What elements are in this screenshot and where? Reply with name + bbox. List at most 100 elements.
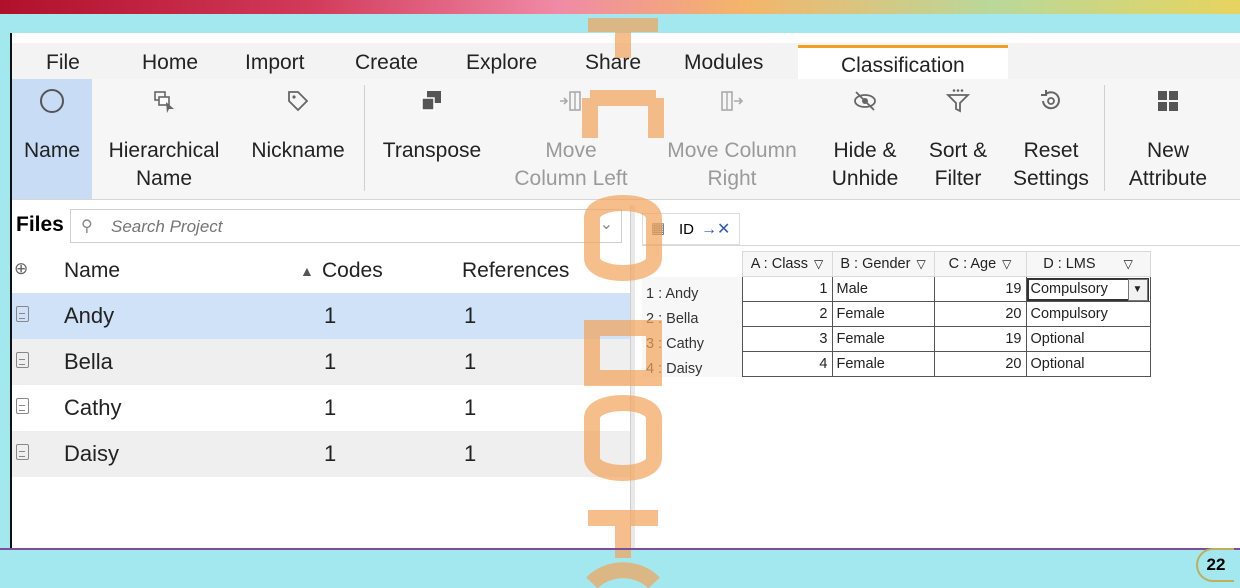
grid-column-header[interactable]: A : Class ▽ xyxy=(741,251,833,277)
grid-column-header[interactable]: B : Gender ▽ xyxy=(831,251,935,277)
sheet-tab-label: ID xyxy=(679,221,694,238)
app-window: File Home Import Create Explore Share Mo… xyxy=(10,33,1240,548)
funnel-icon xyxy=(945,89,971,113)
file-references: 1 xyxy=(464,395,477,420)
grid-cell-class[interactable]: 3 xyxy=(741,326,833,352)
ribbon-tab-bar: File Home Import Create Explore Share Mo… xyxy=(12,43,1240,79)
eye-slash-icon xyxy=(854,91,876,111)
grid-column-header[interactable]: C : Age ▽ xyxy=(933,251,1027,277)
pin-icon[interactable]: →✕ xyxy=(701,219,730,239)
grid-cell-gender[interactable]: Female xyxy=(831,351,935,377)
move-right-label-1: Move Column xyxy=(667,139,797,162)
column-header-name[interactable]: Name xyxy=(64,259,120,283)
transpose-icon xyxy=(421,91,441,111)
grid-row[interactable]: 4 : Daisy 4 Female 20 Optional xyxy=(642,351,1151,377)
grid-header-row: A : Class ▽ B : Gender ▽ C : Age ▽ D : LMS ▽ xyxy=(642,251,1151,277)
grid-column-header[interactable]: D : LMS ▽ xyxy=(1025,251,1151,277)
tab-home[interactable]: Home xyxy=(142,51,198,75)
grid-row[interactable]: 3 : Cathy 3 Female 19 Optional xyxy=(642,326,1151,352)
grid-cell-gender[interactable]: Female xyxy=(831,301,935,327)
file-codes: 1 xyxy=(324,441,337,466)
document-icon xyxy=(16,444,29,460)
name-button[interactable]: Name xyxy=(12,79,92,199)
search-box[interactable]: ⚲ ⌄ xyxy=(70,209,622,243)
nickname-button[interactable]: Nickname xyxy=(240,79,356,199)
column-header-codes[interactable]: Codes xyxy=(322,259,383,283)
filter-icon[interactable]: ▽ xyxy=(1002,257,1011,271)
hide-unhide-button[interactable]: Hide & Unhide xyxy=(820,79,910,199)
dropdown-arrow-icon[interactable]: ▼ xyxy=(1127,279,1148,301)
grid-row-header[interactable]: 1 : Andy xyxy=(642,276,742,302)
header-label: B : Gender xyxy=(840,256,911,272)
tab-import[interactable]: Import xyxy=(245,51,305,75)
grid-row-header[interactable]: 3 : Cathy xyxy=(642,326,742,352)
tab-explore[interactable]: Explore xyxy=(466,51,537,75)
file-row[interactable]: Andy 1 1 xyxy=(12,293,630,339)
file-codes: 1 xyxy=(324,303,337,328)
footer-line xyxy=(0,548,1240,550)
grid-cell-lms[interactable]: Optional xyxy=(1025,351,1151,377)
pane-splitter[interactable] xyxy=(630,205,635,548)
tab-modules[interactable]: Modules xyxy=(684,51,763,75)
grid-cell-lms-dropdown[interactable]: Compulsory ▼ xyxy=(1025,276,1151,302)
file-codes: 1 xyxy=(324,395,337,420)
tag-icon xyxy=(288,91,309,112)
grid-row-header[interactable]: 4 : Daisy xyxy=(642,351,742,377)
reset-icon xyxy=(1041,90,1060,110)
grid-cell-lms[interactable]: Compulsory xyxy=(1025,301,1151,327)
move-column-right-button[interactable]: Move Column Right xyxy=(652,79,812,199)
filter-icon[interactable]: ▽ xyxy=(814,257,823,271)
file-references: 1 xyxy=(464,303,477,328)
grid-cell-age[interactable]: 19 xyxy=(933,276,1027,302)
ribbon-toolbar: Name Hierarchical Name Nickname Transpose… xyxy=(12,79,1240,200)
grid-cell-class[interactable]: 2 xyxy=(741,301,833,327)
ribbon-separator xyxy=(364,85,365,191)
move-right-icon xyxy=(721,91,744,111)
grid-cell-gender[interactable]: Male xyxy=(831,276,935,302)
sort-filter-button[interactable]: Sort & Filter xyxy=(916,79,1000,199)
classification-sheet-tab[interactable]: ▦ ID →✕ xyxy=(642,213,740,245)
header-label: D : LMS xyxy=(1043,256,1096,272)
hide-label-2: Unhide xyxy=(831,167,899,190)
column-header-references[interactable]: References xyxy=(462,259,569,283)
file-references: 1 xyxy=(464,441,477,466)
grid-cell-class[interactable]: 1 xyxy=(741,276,833,302)
tab-file[interactable]: File xyxy=(46,51,80,75)
grid-row[interactable]: 1 : Andy 1 Male 19 Compulsory ▼ xyxy=(642,276,1151,302)
sheet-divider xyxy=(642,245,1240,246)
grid-cell-lms[interactable]: Optional xyxy=(1025,326,1151,352)
grid-cell-gender[interactable]: Female xyxy=(831,326,935,352)
tab-classification[interactable]: Classification xyxy=(798,45,1008,79)
file-row[interactable]: Bella 1 1 xyxy=(12,339,630,385)
search-input[interactable] xyxy=(109,215,573,239)
reset-label-2: Settings xyxy=(1013,167,1089,190)
document-icon xyxy=(16,398,29,414)
grid-cell-age[interactable]: 20 xyxy=(933,301,1027,327)
grid-row[interactable]: 2 : Bella 2 Female 20 Compulsory xyxy=(642,301,1151,327)
grid-plus-icon xyxy=(1158,91,1178,111)
new-attribute-button[interactable]: New Attribute xyxy=(1112,79,1224,199)
file-row[interactable]: Daisy 1 1 xyxy=(12,431,630,477)
tab-create[interactable]: Create xyxy=(355,51,418,75)
reset-settings-button[interactable]: Reset Settings xyxy=(1006,79,1096,199)
filter-icon[interactable]: ▽ xyxy=(916,257,925,271)
search-icon: ⚲ xyxy=(81,218,93,235)
grid-cell-class[interactable]: 4 xyxy=(741,351,833,377)
grid-cell-age[interactable]: 19 xyxy=(933,326,1027,352)
grid-row-header[interactable]: 2 : Bella xyxy=(642,301,742,327)
title-gradient-bar xyxy=(0,0,1240,14)
chevron-down-icon[interactable]: ⌄ xyxy=(600,214,613,234)
grid-cell-age[interactable]: 20 xyxy=(933,351,1027,377)
grid-corner xyxy=(642,251,742,277)
transpose-button[interactable]: Transpose xyxy=(372,79,492,199)
file-row[interactable]: Cathy 1 1 xyxy=(12,385,630,431)
tab-share[interactable]: Share xyxy=(585,51,641,75)
hierarchical-name-button[interactable]: Hierarchical Name xyxy=(98,79,230,199)
filter-icon[interactable]: ▽ xyxy=(1124,257,1133,271)
hierarchical-label-2: Name xyxy=(135,167,193,190)
page-number: 22 xyxy=(1196,548,1234,582)
name-button-label: Name xyxy=(23,139,81,162)
circle-icon xyxy=(40,89,64,113)
move-column-left-button[interactable]: Move Column Left xyxy=(502,79,640,199)
expand-all-icon[interactable]: ⊕ xyxy=(14,259,28,279)
